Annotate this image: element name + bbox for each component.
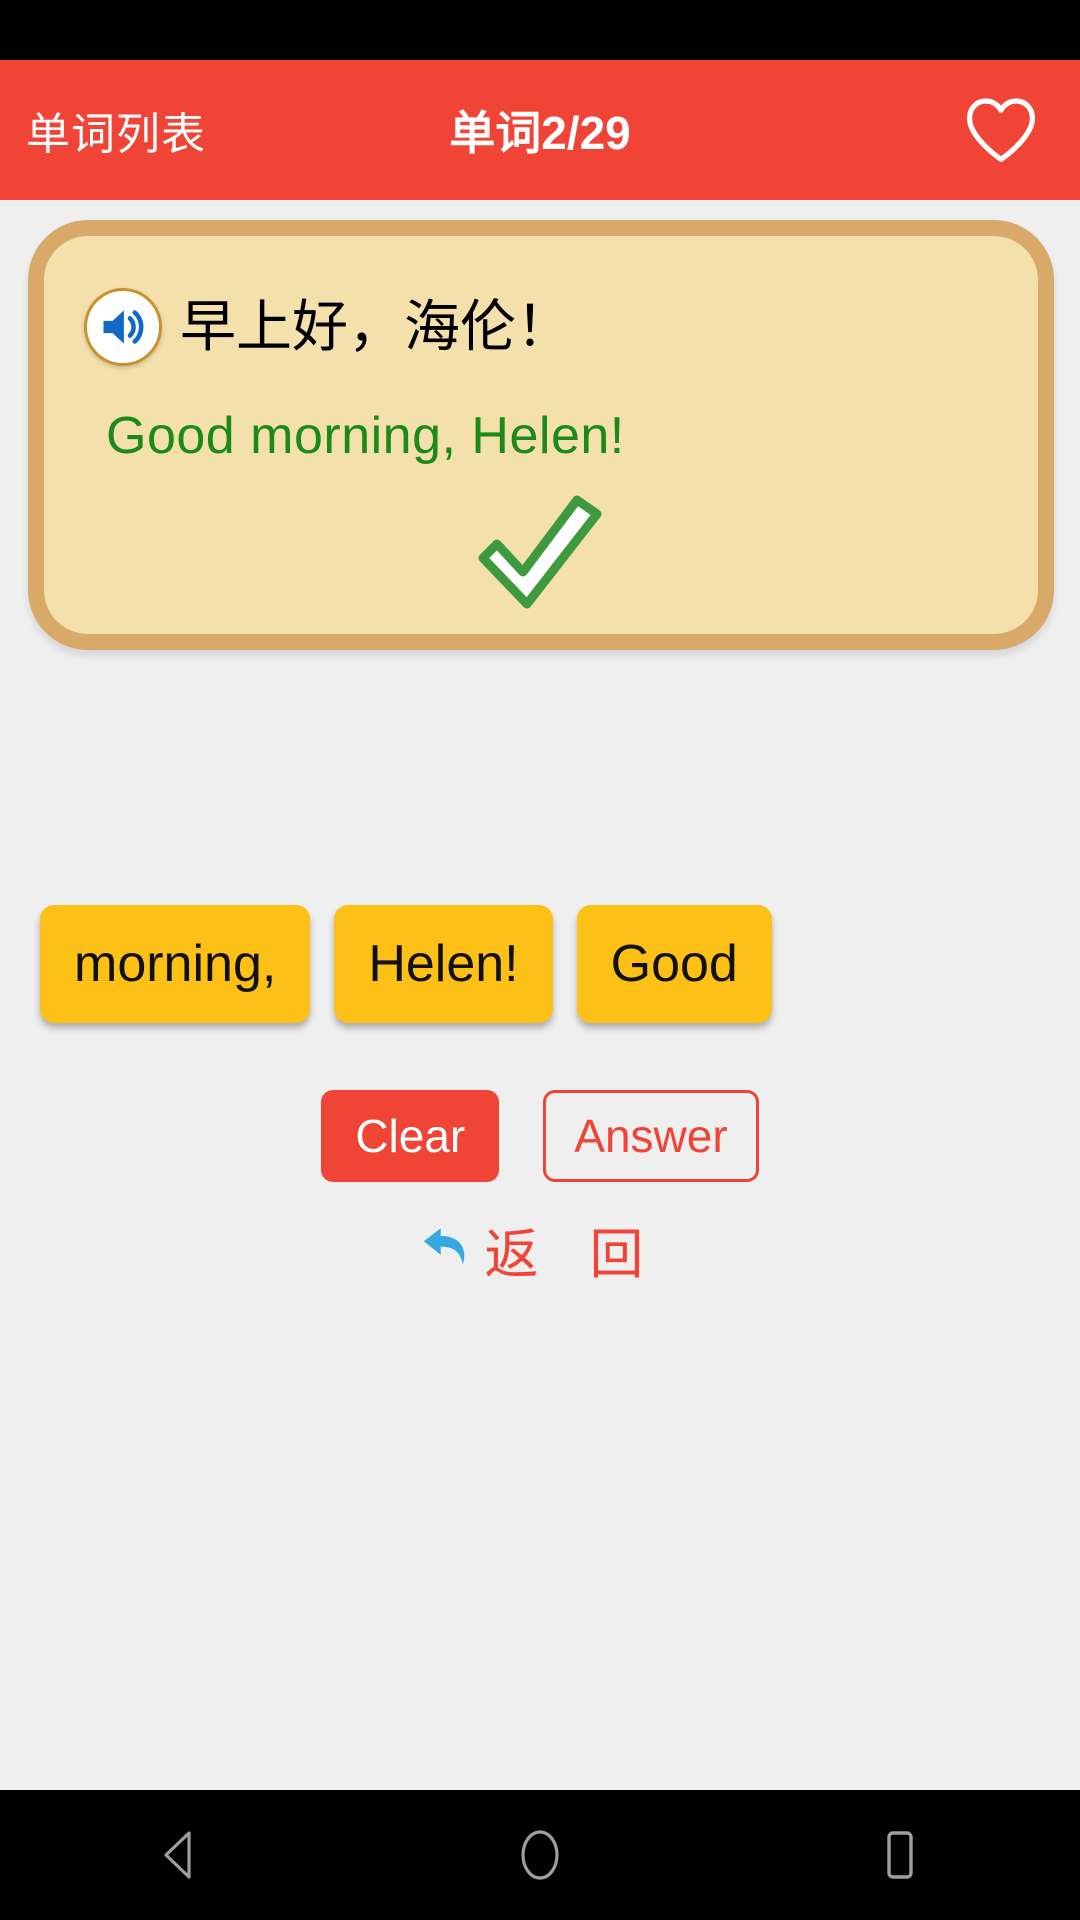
nav-recents-button[interactable] bbox=[825, 1790, 975, 1920]
return-link[interactable]: 返 回 bbox=[0, 1210, 1080, 1289]
app-screen: 单词列表 单词2/29 早上好，海伦！ Good morning, Helen!… bbox=[0, 0, 1080, 1920]
android-nav-bar bbox=[0, 1790, 1080, 1920]
undo-arrow-icon bbox=[418, 1221, 476, 1279]
green-checkmark-icon bbox=[461, 486, 621, 616]
word-tile[interactable]: morning, bbox=[40, 905, 311, 1023]
sentence-card: 早上好，海伦！ Good morning, Helen! bbox=[28, 220, 1054, 650]
chinese-sentence-row: 早上好，海伦！ bbox=[84, 288, 572, 366]
answer-button[interactable]: Answer bbox=[543, 1090, 759, 1182]
return-link-label: 返 回 bbox=[484, 1225, 662, 1285]
nav-back-button[interactable] bbox=[105, 1790, 255, 1920]
speaker-sound-icon[interactable] bbox=[84, 288, 162, 366]
app-header-bar: 单词列表 单词2/29 bbox=[0, 60, 1080, 200]
chinese-sentence-text: 早上好，海伦！ bbox=[180, 295, 572, 358]
word-tile-row: morning, Helen! Good bbox=[0, 905, 1080, 1023]
status-bar bbox=[0, 0, 1080, 60]
favorite-heart-icon[interactable] bbox=[964, 93, 1038, 167]
clear-button[interactable]: Clear bbox=[321, 1090, 500, 1182]
english-sentence-text: Good morning, Helen! bbox=[106, 407, 625, 465]
nav-home-button[interactable] bbox=[465, 1790, 615, 1920]
word-tile[interactable]: Helen! bbox=[334, 905, 553, 1023]
action-button-row: Clear Answer bbox=[0, 1090, 1080, 1182]
word-tile[interactable]: Good bbox=[576, 905, 772, 1023]
back-to-word-list-button[interactable]: 单词列表 bbox=[26, 98, 206, 162]
sentence-card-wrapper: 早上好，海伦！ Good morning, Helen! bbox=[28, 220, 1054, 660]
content-area: 早上好，海伦！ Good morning, Helen! morning, He… bbox=[0, 200, 1080, 1790]
